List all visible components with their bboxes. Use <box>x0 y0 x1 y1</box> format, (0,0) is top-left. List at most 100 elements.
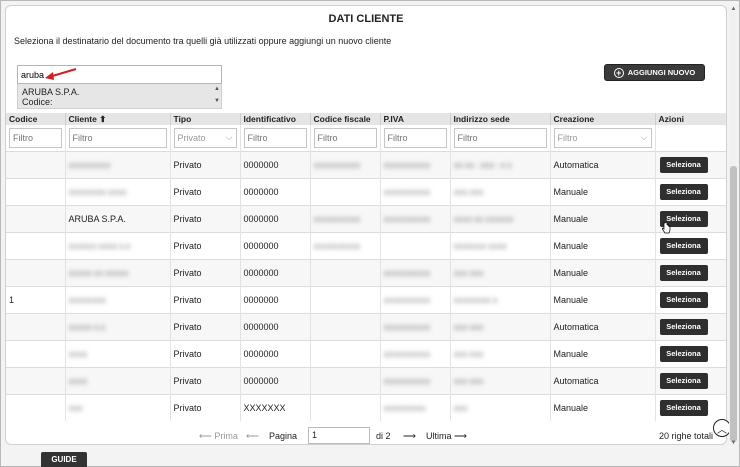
cell-creazione: Manuale <box>553 186 589 197</box>
cell-creazione: Automatica <box>553 375 599 386</box>
page-count: di 2 <box>376 431 391 441</box>
col-indirizzo[interactable]: Indirizzo sede <box>450 113 551 125</box>
table-row[interactable]: XXXXX XX XXXXX Privato 0000000 XXXXXXXXXX XX… <box>6 258 726 286</box>
select-button[interactable]: Seleziona <box>659 345 708 362</box>
cell-cf: XXXXXXXXXX <box>313 162 361 170</box>
add-new-label: AGGIUNGI NUOVO <box>627 68 696 77</box>
col-identificativo[interactable]: Identificativo <box>240 113 311 125</box>
col-tipo[interactable]: Tipo <box>170 113 241 125</box>
cell-creazione: Manuale <box>553 267 589 278</box>
select-button[interactable]: Seleziona <box>659 399 708 416</box>
cell-id: 0000000 <box>243 213 279 224</box>
cell-id: 0000000 <box>243 240 279 251</box>
cell-codice: 1 <box>9 294 15 305</box>
col-piva[interactable]: P.IVA <box>380 113 451 125</box>
table-row[interactable]: XXXX Privato 0000000 XXXXXXXXXX XXX XXX Autom… <box>6 366 726 394</box>
last-page-link[interactable]: Ultima ⟶ <box>426 431 467 442</box>
hand-cursor-icon <box>661 222 671 234</box>
search-suggestion[interactable]: ARUBA S.P.A. Codice: ▲ ▼ <box>17 84 222 109</box>
filter-tipo-select[interactable]: Privato ⌵ <box>173 127 237 148</box>
prev-page-link[interactable]: ⟵ <box>246 431 259 442</box>
table-row[interactable]: XXXXXXXXX Privato 0000000 XXXXXXXXXX XXXXXXX… <box>6 150 726 178</box>
cell-tipo: Privato <box>173 186 202 197</box>
select-button[interactable]: Seleziona <box>659 237 708 254</box>
table-row[interactable]: XXXX Privato 0000000 XXXXXXXXXX XXX XXX Manua… <box>6 339 726 367</box>
scroll-up-arrow[interactable]: ▲ <box>729 6 738 12</box>
cell-id: 0000000 <box>243 375 279 386</box>
cell-creazione: Automatica <box>553 159 599 170</box>
cell-creazione: Manuale <box>553 402 589 413</box>
cell-sede: XXXXXXXX X <box>453 297 498 305</box>
select-button[interactable]: Seleziona <box>659 318 708 335</box>
filter-indirizzo[interactable] <box>453 127 547 148</box>
cell-sede: XX XX - XXX - X X <box>453 162 512 170</box>
cell-tipo: Privato <box>173 294 202 305</box>
filter-row: Privato ⌵ Filtro ⌵ <box>6 125 726 151</box>
filter-creazione-select[interactable]: Filtro ⌵ <box>553 127 652 148</box>
page-scrollbar[interactable]: ▲ ▼ <box>729 6 738 446</box>
cell-creazione: Manuale <box>553 213 589 224</box>
cell-cliente: ARUBA S.P.A. <box>68 213 126 224</box>
cell-tipo: Privato <box>173 348 202 359</box>
cell-creazione: Manuale <box>553 348 589 359</box>
table-row[interactable]: XXX Privato XXXXXXX XXXXXXXXX XXX Manuale Sele… <box>6 393 726 421</box>
scrollbar-thumb[interactable] <box>730 166 737 442</box>
cell-tipo: Privato <box>173 375 202 386</box>
filter-piva[interactable] <box>383 127 447 148</box>
page-label: Pagina <box>269 431 298 441</box>
cell-cliente: XXXXX XX XXXXX <box>68 270 129 278</box>
cell-sede: XXX <box>453 405 468 413</box>
filter-identificativo[interactable] <box>243 127 307 148</box>
add-new-customer-button[interactable]: + AGGIUNGI NUOVO <box>604 64 705 81</box>
customer-data-panel: DATI CLIENTE Seleziona il destinatario d… <box>5 5 727 445</box>
next-page-link[interactable]: ⟶ <box>403 431 416 442</box>
col-codice[interactable]: Codice <box>6 113 66 125</box>
cell-sede: XXX XXX <box>453 351 484 359</box>
suggestion-name: ARUBA S.P.A. <box>22 87 80 97</box>
guide-button[interactable]: GUIDE <box>41 452 87 467</box>
page-number-input[interactable]: 1 <box>308 427 370 444</box>
cell-cf: XXXXXXXXXX <box>313 216 361 224</box>
col-cliente[interactable]: Cliente ⬆ <box>65 113 171 125</box>
cell-id: 0000000 <box>243 348 279 359</box>
cell-sede: XXX XXX <box>453 270 484 278</box>
filter-codice[interactable] <box>9 127 62 148</box>
col-codice-fiscale[interactable]: Codice fiscale <box>310 113 381 125</box>
cell-piva: XXXXXXXXX <box>383 405 426 413</box>
cell-piva: XXXXXXXXXX <box>383 270 431 278</box>
table-header-row: Codice Cliente ⬆ Tipo Identificativo Cod… <box>6 113 726 125</box>
cell-sede: XXXXXXX XXXX <box>453 243 507 251</box>
first-page-link[interactable]: ⟵ Prima <box>199 431 238 442</box>
cell-piva: XXXXXXXXXX <box>383 351 431 359</box>
select-button[interactable]: Seleziona <box>659 183 708 200</box>
cell-cliente: XXXX <box>68 378 88 386</box>
cell-id: 0000000 <box>243 321 279 332</box>
chevron-up-icon: ︿ <box>717 424 727 436</box>
select-button[interactable]: Seleziona <box>659 156 708 173</box>
select-button[interactable]: Seleziona <box>659 372 708 389</box>
cell-tipo: Privato <box>173 240 202 251</box>
cell-sede: XXX XXX <box>453 189 484 197</box>
panel-subtitle: Seleziona il destinatario del documento … <box>14 36 392 46</box>
cell-tipo: Privato <box>173 267 202 278</box>
cell-piva: XXXXXXXXXX <box>383 189 431 197</box>
cell-id: 0000000 <box>243 267 279 278</box>
panel-title: DATI CLIENTE <box>328 13 404 25</box>
table-row[interactable]: 1 XXXXXXXX Privato 0000000 XXXXXXXXXX XXXXXXX… <box>6 285 726 313</box>
cell-tipo: Privato <box>173 213 202 224</box>
col-creazione[interactable]: Creazione <box>550 113 656 125</box>
filter-tipo-value: Privato <box>177 132 206 143</box>
table-row[interactable]: XXXXXXXX XXXX Privato 0000000 XXXXXXXXXX XXX… <box>6 177 726 205</box>
total-rows: 20 righe totali <box>659 431 714 441</box>
table-row[interactable]: ARUBA S.P.A. Privato 0000000 XXXXXXXXXX XXXX… <box>6 204 726 232</box>
table-row[interactable]: XXXXXX XXXX X.X Privato 0000000 XXXXXXXXXX X… <box>6 231 726 259</box>
red-arrow-annotation <box>45 68 77 80</box>
cell-tipo: Privato <box>173 159 202 170</box>
scroll-down-arrow[interactable]: ▼ <box>729 440 738 446</box>
select-button[interactable]: Seleziona <box>659 291 708 308</box>
filter-codice-fiscale[interactable] <box>313 127 377 148</box>
table-row[interactable]: XXXXX X.X. Privato 0000000 XXXXXXXXXX XXX XX… <box>6 312 726 340</box>
filter-cliente[interactable] <box>68 127 167 148</box>
select-button[interactable]: Seleziona <box>659 264 708 281</box>
suggestion-scrollbar[interactable]: ▲ ▼ <box>213 84 221 109</box>
